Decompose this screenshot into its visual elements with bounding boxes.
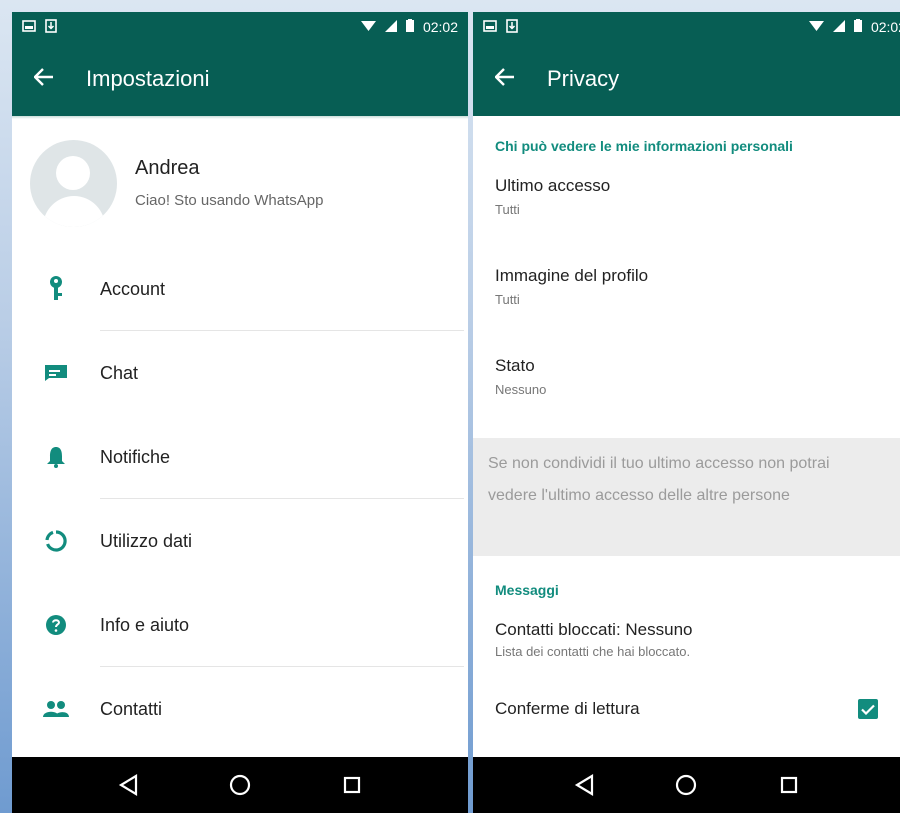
pref-title: Conferme di lettura	[495, 699, 640, 718]
profile-name: Andrea	[135, 157, 200, 179]
pref-title: Contatti bloccati: Nessuno	[495, 620, 693, 639]
bell-icon	[12, 446, 100, 468]
help-icon	[12, 614, 100, 636]
pref-last-seen[interactable]: Ultimo accesso Tutti	[473, 162, 900, 252]
back-arrow-icon[interactable]	[494, 65, 525, 93]
key-icon	[12, 276, 100, 302]
checkmark-icon	[861, 704, 875, 715]
signal-icon	[832, 19, 845, 35]
section-header-personal-info: Chi può vedere le mie informazioni perso…	[495, 138, 793, 154]
status-bar: 02:02	[473, 12, 900, 42]
read-receipts-checkbox[interactable]	[858, 699, 878, 719]
menu-item-contacts[interactable]: Contatti	[12, 667, 468, 751]
chat-icon	[12, 364, 100, 382]
pref-blocked-contacts[interactable]: Contatti bloccati: Nessuno Lista dei con…	[473, 606, 900, 680]
menu-label-data-usage: Utilizzo dati	[100, 530, 193, 551]
pref-profile-photo[interactable]: Immagine del profilo Tutti	[473, 252, 900, 342]
app-bar: Privacy	[473, 42, 900, 116]
status-time: 02:02	[870, 19, 900, 35]
profile-status: Ciao! Sto usando WhatsApp	[135, 192, 324, 209]
menu-label-notifications: Notifiche	[100, 446, 171, 467]
privacy-screen: 02:02 Privacy Chi può vedere le mie info…	[473, 12, 900, 813]
menu-label-chat: Chat	[100, 362, 139, 383]
menu-item-account[interactable]: Account	[12, 247, 468, 331]
pref-status[interactable]: Stato Nessuno	[473, 342, 900, 432]
recents-square-icon[interactable]	[769, 765, 809, 805]
settings-screen: 02:02 Impostazioni Andrea Ciao! Sto usan…	[12, 12, 468, 813]
pref-title: Ultimo accesso	[495, 176, 611, 195]
page-title: Impostazioni	[86, 66, 210, 91]
pref-subtitle: Lista dei contatti che hai bloccato.	[495, 644, 691, 659]
last-seen-info-box: Se non condividi il tuo ultimo accesso n…	[473, 438, 900, 556]
battery-icon	[853, 19, 862, 35]
signal-icon	[384, 19, 397, 35]
menu-item-help[interactable]: Info e aiuto	[12, 583, 468, 667]
menu-label-help: Info e aiuto	[100, 614, 190, 635]
menu-label-account: Account	[100, 278, 166, 299]
wifi-icon	[360, 19, 376, 35]
recents-square-icon[interactable]	[332, 765, 372, 805]
section-header-messages: Messaggi	[495, 582, 559, 598]
pref-read-receipts[interactable]: Conferme di lettura	[473, 680, 900, 738]
download-notification-icon	[506, 18, 518, 36]
contacts-icon	[12, 700, 100, 718]
pref-title: Stato	[495, 356, 535, 375]
home-circle-icon[interactable]	[666, 765, 706, 805]
pref-value: Tutti	[495, 202, 520, 217]
status-time: 02:02	[422, 19, 458, 35]
navigation-bar	[473, 757, 900, 813]
status-bar: 02:02	[12, 12, 468, 42]
screenshot-notification-icon	[22, 19, 36, 35]
profile-row[interactable]: Andrea Ciao! Sto usando WhatsApp	[12, 119, 468, 247]
back-triangle-icon[interactable]	[108, 765, 148, 805]
menu-item-notifications[interactable]: Notifiche	[12, 415, 468, 499]
page-title: Privacy	[547, 66, 620, 91]
home-circle-icon[interactable]	[220, 765, 260, 805]
back-arrow-icon[interactable]	[33, 65, 64, 93]
menu-item-data-usage[interactable]: Utilizzo dati	[12, 499, 468, 583]
screenshot-notification-icon	[483, 19, 497, 35]
data-usage-icon	[12, 530, 100, 552]
app-bar: Impostazioni	[12, 42, 468, 116]
navigation-bar	[12, 757, 468, 813]
pref-title: Immagine del profilo	[495, 266, 649, 285]
back-triangle-icon[interactable]	[564, 765, 604, 805]
battery-icon	[405, 19, 414, 35]
menu-label-contacts: Contatti	[100, 698, 163, 719]
avatar[interactable]	[30, 139, 117, 227]
download-notification-icon	[45, 18, 57, 36]
wifi-icon	[808, 19, 824, 35]
menu-item-chat[interactable]: Chat	[12, 331, 468, 415]
pref-value: Nessuno	[495, 382, 547, 397]
pref-value: Tutti	[495, 292, 520, 307]
